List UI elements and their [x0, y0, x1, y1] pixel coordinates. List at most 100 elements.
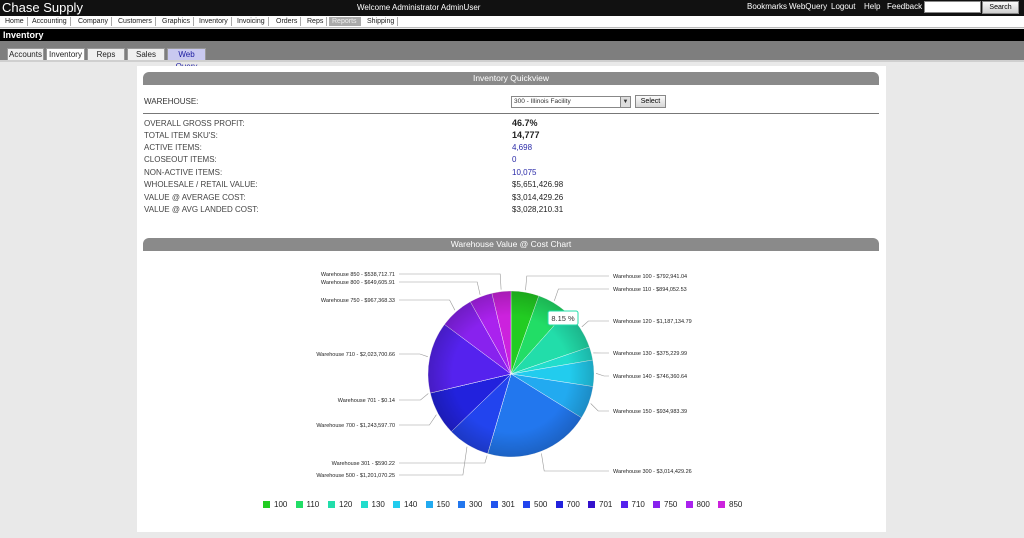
chevron-down-icon[interactable]: ▼	[620, 97, 630, 107]
legend-swatch-500	[523, 501, 530, 508]
legend-item-500[interactable]: 500	[523, 500, 547, 509]
main-nav: Home Accounting Company Customers Graphi…	[0, 16, 1024, 28]
nav-item-shipping[interactable]: Shipping	[364, 17, 399, 26]
stat-label-total-skus: TOTAL ITEM SKU'S:	[144, 131, 218, 140]
legend-label-710: 710	[631, 500, 645, 509]
legend-item-120[interactable]: 120	[328, 500, 352, 509]
legend-label-700: 700	[566, 500, 580, 509]
stat-value-landed-cost: $3,028,210.31	[512, 205, 564, 214]
quickview-heading: Inventory Quickview	[143, 72, 879, 85]
legend-item-300[interactable]: 300	[458, 500, 482, 509]
stat-value-active-items[interactable]: 4,698	[512, 143, 532, 152]
select-button[interactable]: Select	[635, 95, 666, 108]
page-title: Inventory	[0, 29, 1024, 41]
legend-item-140[interactable]: 140	[393, 500, 417, 509]
slice-label-800: Warehouse 800 - $649,605.91	[321, 280, 395, 286]
legend-swatch-130	[360, 501, 368, 508]
legend-label-800: 800	[696, 500, 710, 509]
feedback-link[interactable]: Feedback	[887, 2, 922, 11]
slice-label-120: Warehouse 120 - $1,187,134.79	[613, 319, 692, 325]
leader-line-150	[590, 403, 609, 412]
legend-item-110[interactable]: 110	[295, 500, 319, 509]
leader-line-710	[399, 353, 428, 357]
legend-item-710[interactable]: 710	[620, 500, 645, 509]
brand-logo[interactable]: Chase Supply	[2, 0, 83, 16]
slice-label-750: Warehouse 750 - $967,368.33	[321, 298, 395, 304]
nav-item-orders[interactable]: Orders	[273, 17, 302, 26]
nav-item-reports[interactable]: Reports	[329, 17, 361, 26]
legend-swatch-700	[555, 501, 563, 508]
leader-line-301	[399, 455, 488, 464]
warehouse-label: WAREHOUSE:	[144, 97, 199, 106]
welcome-text: Welcome Administrator AdminUser	[357, 3, 481, 12]
legend-swatch-110	[295, 501, 303, 508]
leader-line-800	[399, 281, 481, 295]
stat-label-active-items: ACTIVE ITEMS:	[144, 143, 202, 152]
logout-link[interactable]: Logout	[831, 2, 855, 11]
legend-swatch-850	[718, 501, 725, 508]
legend-item-100[interactable]: 100	[263, 500, 287, 509]
stat-value-average-cost: $3,014,429.26	[512, 193, 564, 202]
nav-item-invoicing[interactable]: Invoicing	[234, 17, 269, 26]
legend-label-150: 150	[436, 500, 450, 509]
slice-label-850: Warehouse 850 - $538,712.71	[321, 272, 395, 278]
legend-swatch-750	[653, 501, 660, 508]
legend-swatch-150	[425, 501, 433, 508]
section-divider	[143, 113, 879, 114]
legend-item-800[interactable]: 800	[685, 500, 710, 509]
stat-value-wholesale-value: $5,651,426.98	[512, 180, 564, 189]
legend-item-850[interactable]: 850	[718, 500, 742, 509]
nav-item-accounting[interactable]: Accounting	[29, 17, 71, 26]
leader-line-500	[399, 446, 468, 476]
slice-tooltip: 8.15 %	[547, 310, 579, 326]
legend-label-120: 120	[339, 500, 353, 509]
nav-item-reps[interactable]: Reps	[304, 17, 328, 26]
leader-line-701	[399, 393, 429, 401]
slice-label-301: Warehouse 301 - $590.22	[332, 461, 395, 467]
search-button[interactable]: Search	[982, 1, 1019, 14]
slice-label-710: Warehouse 710 - $2,023,700.66	[316, 352, 395, 358]
legend-swatch-800	[685, 501, 693, 508]
nav-item-graphics[interactable]: Graphics	[159, 17, 195, 26]
warehouse-select[interactable]: 300 - Illinois Facility ▼	[511, 96, 631, 108]
stat-label-closeout-items: CLOSEOUT ITEMS:	[144, 155, 217, 164]
leader-line-100	[525, 275, 609, 291]
nav-item-home[interactable]: Home	[2, 17, 28, 26]
stat-label-non-active-items: NON-ACTIVE ITEMS:	[144, 168, 223, 177]
legend-swatch-120	[328, 501, 335, 508]
stat-label-landed-cost: VALUE @ AVG LANDED COST:	[144, 205, 259, 214]
stat-label-wholesale-value: WHOLESALE / RETAIL VALUE:	[144, 180, 258, 189]
legend-item-701[interactable]: 701	[588, 500, 612, 509]
slice-label-500: Warehouse 500 - $1,201,070.25	[316, 473, 395, 479]
bookmarks-link[interactable]: Bookmarks	[747, 2, 787, 11]
legend-item-750[interactable]: 750	[653, 500, 677, 509]
legend-label-301: 301	[501, 500, 515, 509]
tooltip-text: 8.15 %	[551, 314, 575, 323]
legend-item-700[interactable]: 700	[555, 500, 580, 509]
leader-line-140	[595, 373, 609, 377]
chart-heading: Warehouse Value @ Cost Chart	[143, 238, 879, 251]
nav-item-inventory[interactable]: Inventory	[196, 17, 232, 26]
legend-swatch-140	[393, 501, 400, 508]
legend-item-301[interactable]: 301	[490, 500, 515, 509]
stat-value-non-active-items[interactable]: 10,075	[512, 168, 536, 177]
tab-underline	[0, 60, 1024, 62]
webquery-link[interactable]: WebQuery	[789, 2, 827, 11]
slice-label-140: Warehouse 140 - $746,360.64	[613, 374, 687, 380]
legend-item-150[interactable]: 150	[425, 500, 450, 509]
legend-label-850: 850	[729, 500, 743, 509]
help-link[interactable]: Help	[864, 2, 880, 11]
legend-item-130[interactable]: 130	[360, 500, 385, 509]
legend-swatch-701	[588, 501, 595, 508]
nav-item-customers[interactable]: Customers	[115, 17, 156, 26]
slice-label-300: Warehouse 300 - $3,014,429.26	[613, 469, 692, 475]
leader-line-300	[541, 453, 609, 472]
stat-label-average-cost: VALUE @ AVERAGE COST:	[144, 193, 246, 202]
warehouse-pie-chart: Warehouse 100 - $792,941.04 Warehouse 110…	[316, 272, 692, 479]
legend-swatch-100	[263, 501, 270, 508]
search-input[interactable]	[924, 1, 981, 13]
slice-label-701: Warehouse 701 - $0.14	[338, 398, 395, 404]
stat-value-closeout-items[interactable]: 0	[512, 155, 516, 164]
slice-label-700: Warehouse 700 - $1,243,597.70	[316, 423, 395, 429]
nav-item-company[interactable]: Company	[75, 17, 112, 26]
